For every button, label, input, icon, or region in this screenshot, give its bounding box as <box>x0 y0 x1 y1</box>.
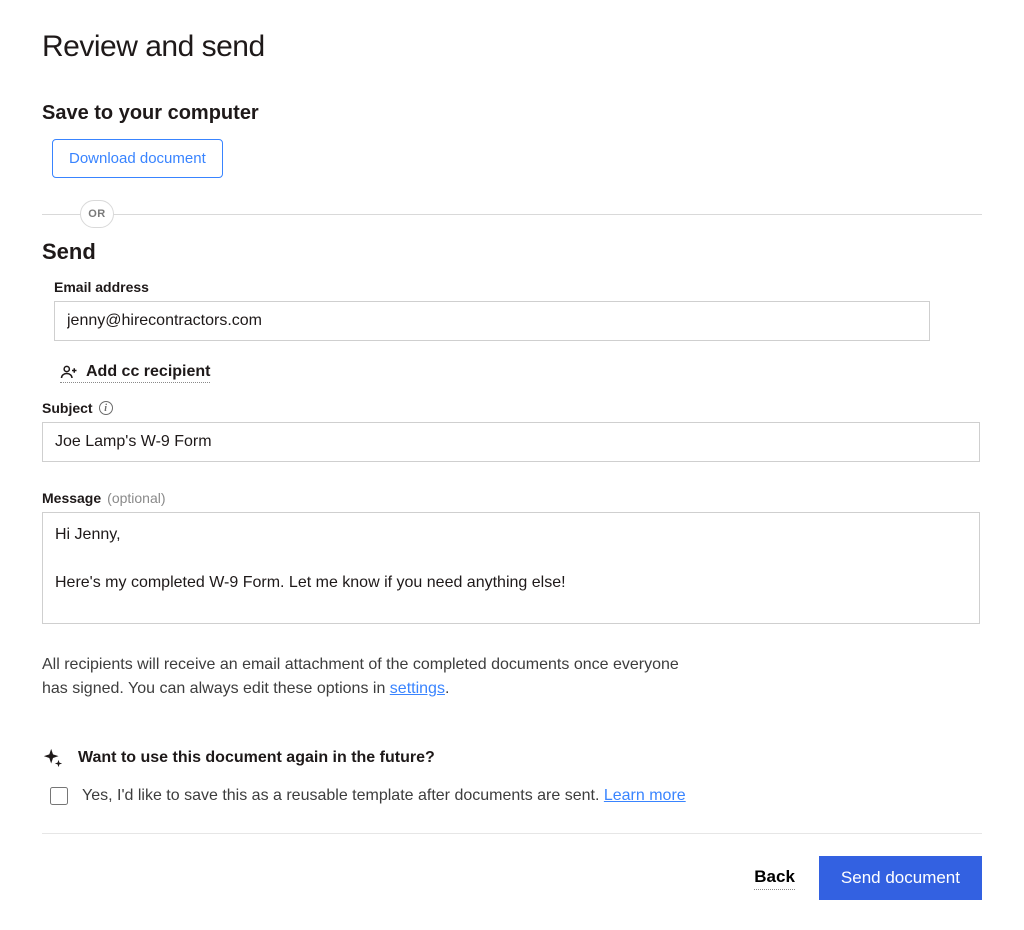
message-optional-label: (optional) <box>107 490 165 506</box>
learn-more-link[interactable]: Learn more <box>604 787 686 804</box>
save-template-label: Yes, I'd like to save this as a reusable… <box>82 787 604 804</box>
back-button[interactable]: Back <box>754 867 795 890</box>
send-section-heading: Send <box>42 239 982 265</box>
message-label: Message <box>42 490 101 506</box>
save-section-heading: Save to your computer <box>42 102 982 125</box>
footer-divider <box>42 833 982 834</box>
page-title: Review and send <box>42 30 982 64</box>
add-person-icon <box>60 363 78 381</box>
email-label: Email address <box>54 279 982 295</box>
settings-link[interactable]: settings <box>390 680 445 697</box>
email-input[interactable] <box>54 301 930 341</box>
message-textarea[interactable] <box>42 512 980 624</box>
download-document-button[interactable]: Download document <box>52 139 223 178</box>
or-badge: OR <box>80 200 114 228</box>
recipients-note: All recipients will receive an email att… <box>42 653 682 701</box>
reuse-heading: Want to use this document again in the f… <box>78 749 435 767</box>
sparkle-icon <box>42 747 64 769</box>
add-cc-label: Add cc recipient <box>86 363 210 381</box>
subject-label: Subject <box>42 400 93 416</box>
or-divider: OR <box>42 214 982 215</box>
info-icon[interactable]: i <box>99 401 113 415</box>
add-cc-recipient-button[interactable]: Add cc recipient <box>60 363 210 383</box>
save-template-checkbox[interactable] <box>50 787 68 805</box>
send-document-button[interactable]: Send document <box>819 856 982 900</box>
subject-input[interactable] <box>42 422 980 462</box>
